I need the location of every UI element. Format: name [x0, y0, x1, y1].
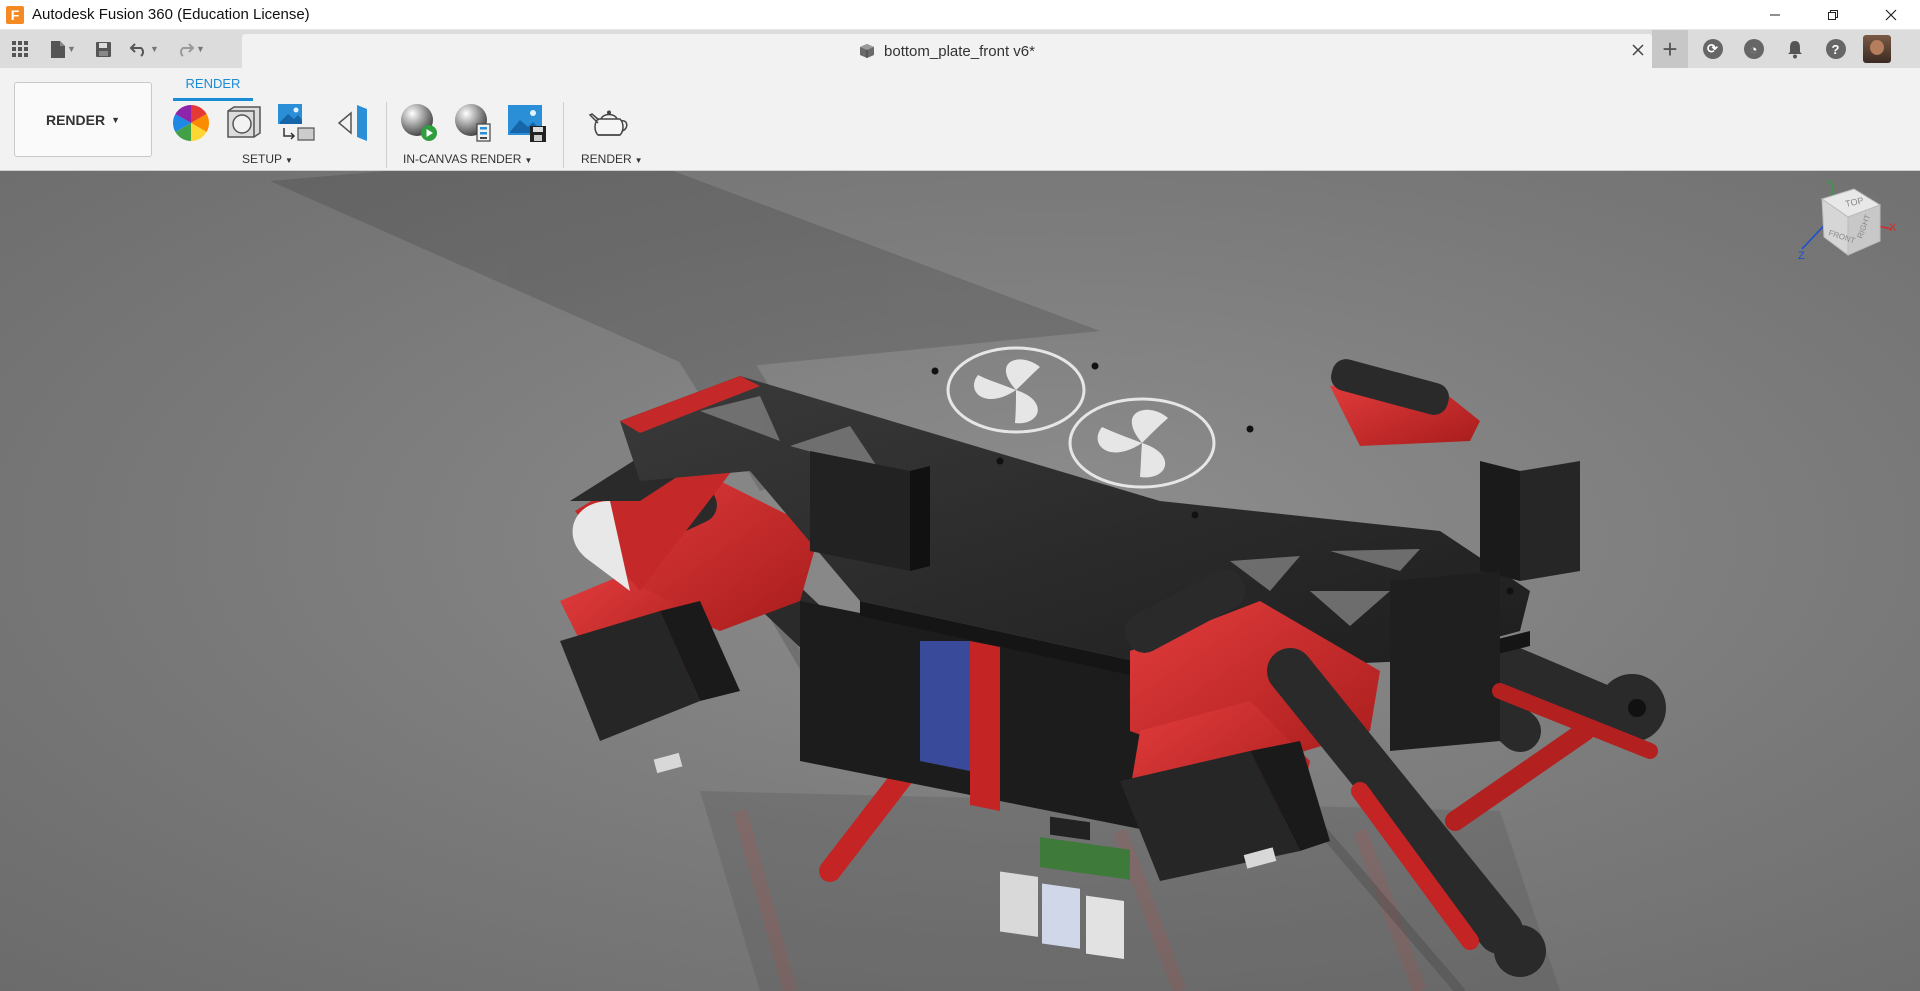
undo-icon [129, 43, 144, 57]
texture-map-tool[interactable] [275, 102, 319, 144]
window-title: Autodesk Fusion 360 (Education License) [32, 6, 310, 23]
canvas-viewport[interactable]: TOP FRONT RIGHT Y X Z [0, 171, 1920, 991]
file-icon [51, 40, 66, 58]
view-cube[interactable]: TOP FRONT RIGHT Y X Z [1792, 177, 1902, 287]
teapot-icon [588, 110, 628, 136]
x-axis-label: X [1889, 222, 1897, 234]
workspace-label: RENDER [45, 111, 106, 128]
document-tab[interactable]: bottom_plate_front v6* [242, 34, 1652, 68]
close-window-button[interactable] [1862, 0, 1920, 29]
history-icon: ◔ [1743, 39, 1764, 59]
in-canvas-render-settings-tool[interactable] [451, 102, 495, 144]
group-separator [386, 102, 387, 168]
decal-icon [337, 105, 367, 141]
redo-icon [180, 43, 195, 57]
texture-map-icon [278, 104, 315, 141]
bell-icon [1787, 41, 1802, 59]
in-canvas-render-group-label[interactable]: IN-CANVAS RENDER ▼ [403, 152, 532, 166]
workspace-switcher[interactable]: RENDER ▼ [14, 82, 152, 157]
help-button[interactable]: ? [1815, 30, 1856, 68]
avatar [1862, 35, 1891, 63]
save-button[interactable] [86, 30, 120, 68]
rendered-model [270, 171, 1666, 991]
chevron-down-icon: ▼ [524, 156, 533, 165]
apps-button[interactable] [0, 30, 40, 68]
close-tab-button[interactable] [1632, 41, 1644, 61]
scene-settings-tool[interactable] [222, 102, 266, 144]
redo-button[interactable]: ▼ [168, 30, 212, 68]
appearance-tool[interactable] [169, 102, 213, 144]
render-sphere-play-icon [401, 104, 437, 141]
maximize-button[interactable] [1804, 0, 1862, 29]
fusion-logo-icon: F [6, 5, 24, 24]
undo-button[interactable]: ▼ [120, 30, 168, 68]
chevron-down-icon: ▼ [67, 44, 76, 54]
minimize-button[interactable] [1746, 0, 1804, 29]
maximize-icon [1828, 9, 1838, 20]
job-status-button[interactable]: ◔ [1733, 30, 1774, 68]
active-tab-indicator [173, 98, 253, 101]
quick-access-toolbar: ▼ ▼ ▼ [0, 30, 212, 68]
close-icon [1885, 9, 1897, 20]
render-sphere-settings-icon [455, 104, 491, 142]
tab-render[interactable]: RENDER [173, 76, 253, 100]
capture-image-tool[interactable] [505, 102, 549, 144]
sync-icon: ⟳ [1702, 39, 1723, 59]
save-icon [95, 41, 111, 57]
chevron-down-icon: ▼ [634, 156, 643, 165]
chevron-down-icon: ▼ [196, 44, 205, 54]
document-tab-bar: ▼ ▼ ▼ bottom_plate_front v6* + ⟳ ◔ ? [0, 30, 1920, 68]
group-separator [563, 102, 564, 168]
help-icon: ? [1825, 39, 1846, 59]
new-tab-button[interactable]: + [1652, 30, 1688, 68]
chevron-down-icon: ▼ [285, 156, 293, 165]
component-icon [860, 44, 875, 58]
plus-icon: + [1662, 33, 1678, 64]
render-group-label[interactable]: RENDER ▼ [581, 152, 643, 166]
user-profile-button[interactable] [1856, 30, 1897, 68]
decal-tool[interactable] [330, 102, 374, 144]
y-axis-label: Y [1826, 178, 1834, 190]
setup-group-label[interactable]: SETUP ▼ [242, 152, 293, 166]
tab-bar-actions: + ⟳ ◔ ? [1652, 30, 1897, 68]
data-panel-button[interactable]: ⟳ [1692, 30, 1733, 68]
capture-image-icon [508, 105, 546, 142]
toolbar-ribbon: RENDER ▼ RENDER SETUP ▼ IN-CANVAS RENDER… [0, 68, 1920, 171]
z-axis-label: Z [1798, 250, 1805, 262]
chevron-down-icon: ▼ [111, 114, 121, 125]
document-name: bottom_plate_front v6* [884, 42, 1035, 60]
appearance-color-wheel-icon [172, 105, 210, 141]
file-menu-button[interactable]: ▼ [40, 30, 86, 68]
render-tool[interactable] [588, 102, 632, 144]
notifications-button[interactable] [1774, 30, 1815, 68]
in-canvas-render-tool[interactable] [397, 102, 441, 144]
scene-settings-icon [227, 106, 261, 138]
window-controls [1746, 0, 1920, 29]
close-icon [1632, 44, 1644, 56]
minimize-icon [1770, 14, 1780, 15]
chevron-down-icon: ▼ [150, 44, 159, 54]
title-bar: F Autodesk Fusion 360 (Education License… [0, 0, 1920, 30]
apps-grid-icon [12, 41, 28, 57]
